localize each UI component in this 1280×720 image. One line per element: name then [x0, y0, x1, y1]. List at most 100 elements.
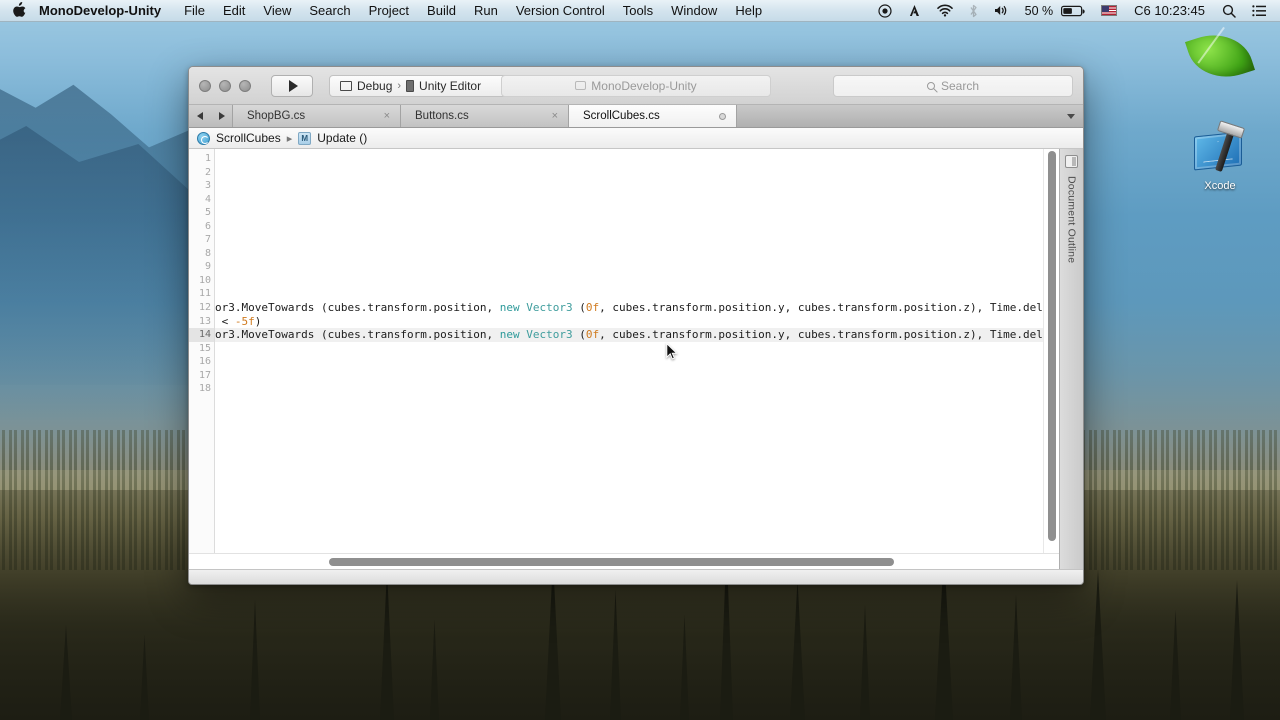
editor-pane: 1 2 3 4 5 6 7 8 9 10 11 12 13 14 15 16 17 18 or3.MoveTowa…: [189, 149, 1059, 569]
code-token: , cubes.transform.position.y, cubes.tran…: [599, 301, 1043, 315]
tab-modified-indicator-icon[interactable]: [719, 112, 726, 120]
bluetooth-icon[interactable]: [961, 0, 986, 22]
line-number: 15: [198, 342, 211, 354]
desktop-icon-xcode-label: Xcode: [1204, 180, 1236, 192]
line-number: 1: [204, 153, 211, 164]
menu-view[interactable]: View: [254, 3, 300, 18]
tab-scrollcubes[interactable]: ScrollCubes.cs: [569, 105, 737, 127]
zoom-window-button[interactable]: [239, 79, 251, 92]
menu-app-name[interactable]: MonoDevelop-Unity: [39, 3, 175, 18]
horizontal-scrollbar-thumb[interactable]: [329, 558, 894, 566]
menu-project[interactable]: Project: [360, 3, 418, 18]
breadcrumb-class[interactable]: ScrollCubes: [216, 131, 281, 145]
line-number: 17: [198, 369, 211, 381]
outline-pane-icon[interactable]: [1065, 155, 1078, 168]
tab-label: ScrollCubes.cs: [583, 110, 660, 122]
code-token: ): [254, 314, 262, 328]
menubar-status-area: 50 % C6 10:23:45: [870, 0, 1280, 22]
menu-help[interactable]: Help: [726, 3, 771, 18]
code-token: -5f: [234, 314, 255, 328]
monodevelop-window: Debug › Unity Editor MonoDevelop-Unity S…: [188, 66, 1084, 585]
editor-scroll-area: 1 2 3 4 5 6 7 8 9 10 11 12 13 14 15 16 17 18 or3.MoveTowa…: [189, 149, 1059, 553]
record-icon[interactable]: [870, 0, 900, 22]
line-number: 4: [204, 193, 211, 205]
tab-overflow-menu-button[interactable]: [1059, 105, 1083, 127]
run-button[interactable]: [271, 74, 313, 97]
tab-close-icon[interactable]: ×: [552, 110, 558, 122]
window-footer: [189, 569, 1083, 584]
minimize-window-button[interactable]: [219, 79, 231, 92]
run-configuration-selector[interactable]: Debug › Unity Editor: [329, 74, 509, 97]
document-icon: [575, 81, 587, 90]
line-number: 16: [198, 356, 211, 368]
document-outline-rail[interactable]: Document Outline: [1059, 149, 1083, 569]
tab-buttons[interactable]: Buttons.cs ×: [401, 105, 569, 127]
document-outline-label: Document Outline: [1065, 176, 1078, 264]
adobe-icon[interactable]: [900, 0, 929, 22]
code-line: or3.MoveTowards (cubes.transform.positio…: [215, 301, 1043, 315]
code-line: < -5f): [215, 315, 1043, 329]
breadcrumb: ScrollCubes ▸ M Update (): [189, 128, 1083, 149]
tab-forward-button[interactable]: [211, 105, 233, 127]
configuration-separator: ›: [397, 79, 402, 92]
menu-file[interactable]: File: [175, 3, 214, 18]
code-token: or3.MoveTowards (cubes.transform.positio…: [215, 328, 500, 342]
notification-center-icon[interactable]: [1244, 0, 1274, 22]
xcode-icon: [1192, 120, 1248, 178]
line-number-gutter: 1 2 3 4 5 6 7 8 9 10 11 12 13 14 15 16 17 18: [189, 149, 215, 553]
code-token: or3.MoveTowards (cubes.transform.positio…: [215, 301, 500, 315]
wifi-icon[interactable]: [929, 0, 961, 22]
desktop-icon-leaf[interactable]: [1178, 24, 1262, 88]
line-number: 9: [204, 261, 211, 273]
tab-back-button[interactable]: [189, 105, 211, 127]
desktop-icon-xcode[interactable]: Xcode: [1178, 120, 1262, 192]
code-token: Vector3: [526, 301, 580, 315]
menu-window[interactable]: Window: [662, 3, 726, 18]
editor-vertical-scrollbar[interactable]: [1043, 149, 1059, 553]
run-device-label: Unity Editor: [419, 78, 482, 93]
us-flag-icon[interactable]: [1093, 0, 1125, 22]
code-token: new: [499, 301, 527, 315]
tab-label: Buttons.cs: [415, 110, 469, 122]
code-token: <: [215, 314, 235, 328]
tab-shopbg[interactable]: ShopBG.cs ×: [233, 105, 401, 127]
breadcrumb-method[interactable]: Update (): [317, 131, 367, 145]
menu-run[interactable]: Run: [465, 3, 507, 18]
close-window-button[interactable]: [199, 79, 211, 92]
tab-close-icon[interactable]: ×: [384, 110, 390, 122]
vertical-scrollbar-thumb[interactable]: [1048, 151, 1056, 541]
toolbar-search-field[interactable]: Search: [833, 74, 1073, 97]
menu-edit[interactable]: Edit: [214, 3, 254, 18]
apple-menu-icon[interactable]: [0, 1, 39, 20]
line-number: 12: [198, 302, 211, 314]
editor-tab-bar: ShopBG.cs × Buttons.cs × ScrollCubes.cs: [189, 105, 1083, 128]
code-line: or3.MoveTowards (cubes.transform.positio…: [215, 328, 1043, 342]
menubar-clock[interactable]: C6 10:23:45: [1125, 3, 1214, 18]
code-text-area[interactable]: or3.MoveTowards (cubes.transform.positio…: [215, 149, 1043, 553]
editor-horizontal-scrollbar[interactable]: [189, 553, 1059, 569]
run-configuration-label: Debug: [357, 78, 393, 93]
window-title-status: MonoDevelop-Unity: [501, 74, 771, 97]
volume-icon[interactable]: [986, 0, 1017, 22]
mac-menu-bar: MonoDevelop-Unity File Edit View Search …: [0, 0, 1280, 22]
mouse-cursor: [666, 343, 678, 360]
code-token: 0f: [585, 301, 600, 315]
battery-percent[interactable]: 50 %: [1017, 0, 1062, 22]
chevron-down-icon: [1067, 113, 1075, 119]
menu-search[interactable]: Search: [300, 3, 359, 18]
line-number: 5: [204, 207, 211, 219]
spotlight-search-icon[interactable]: [1214, 0, 1244, 22]
menu-version-control[interactable]: Version Control: [507, 3, 614, 18]
menu-tools[interactable]: Tools: [614, 3, 662, 18]
battery-icon[interactable]: [1061, 0, 1093, 22]
line-number: 13: [198, 315, 211, 327]
menu-build[interactable]: Build: [418, 3, 465, 18]
